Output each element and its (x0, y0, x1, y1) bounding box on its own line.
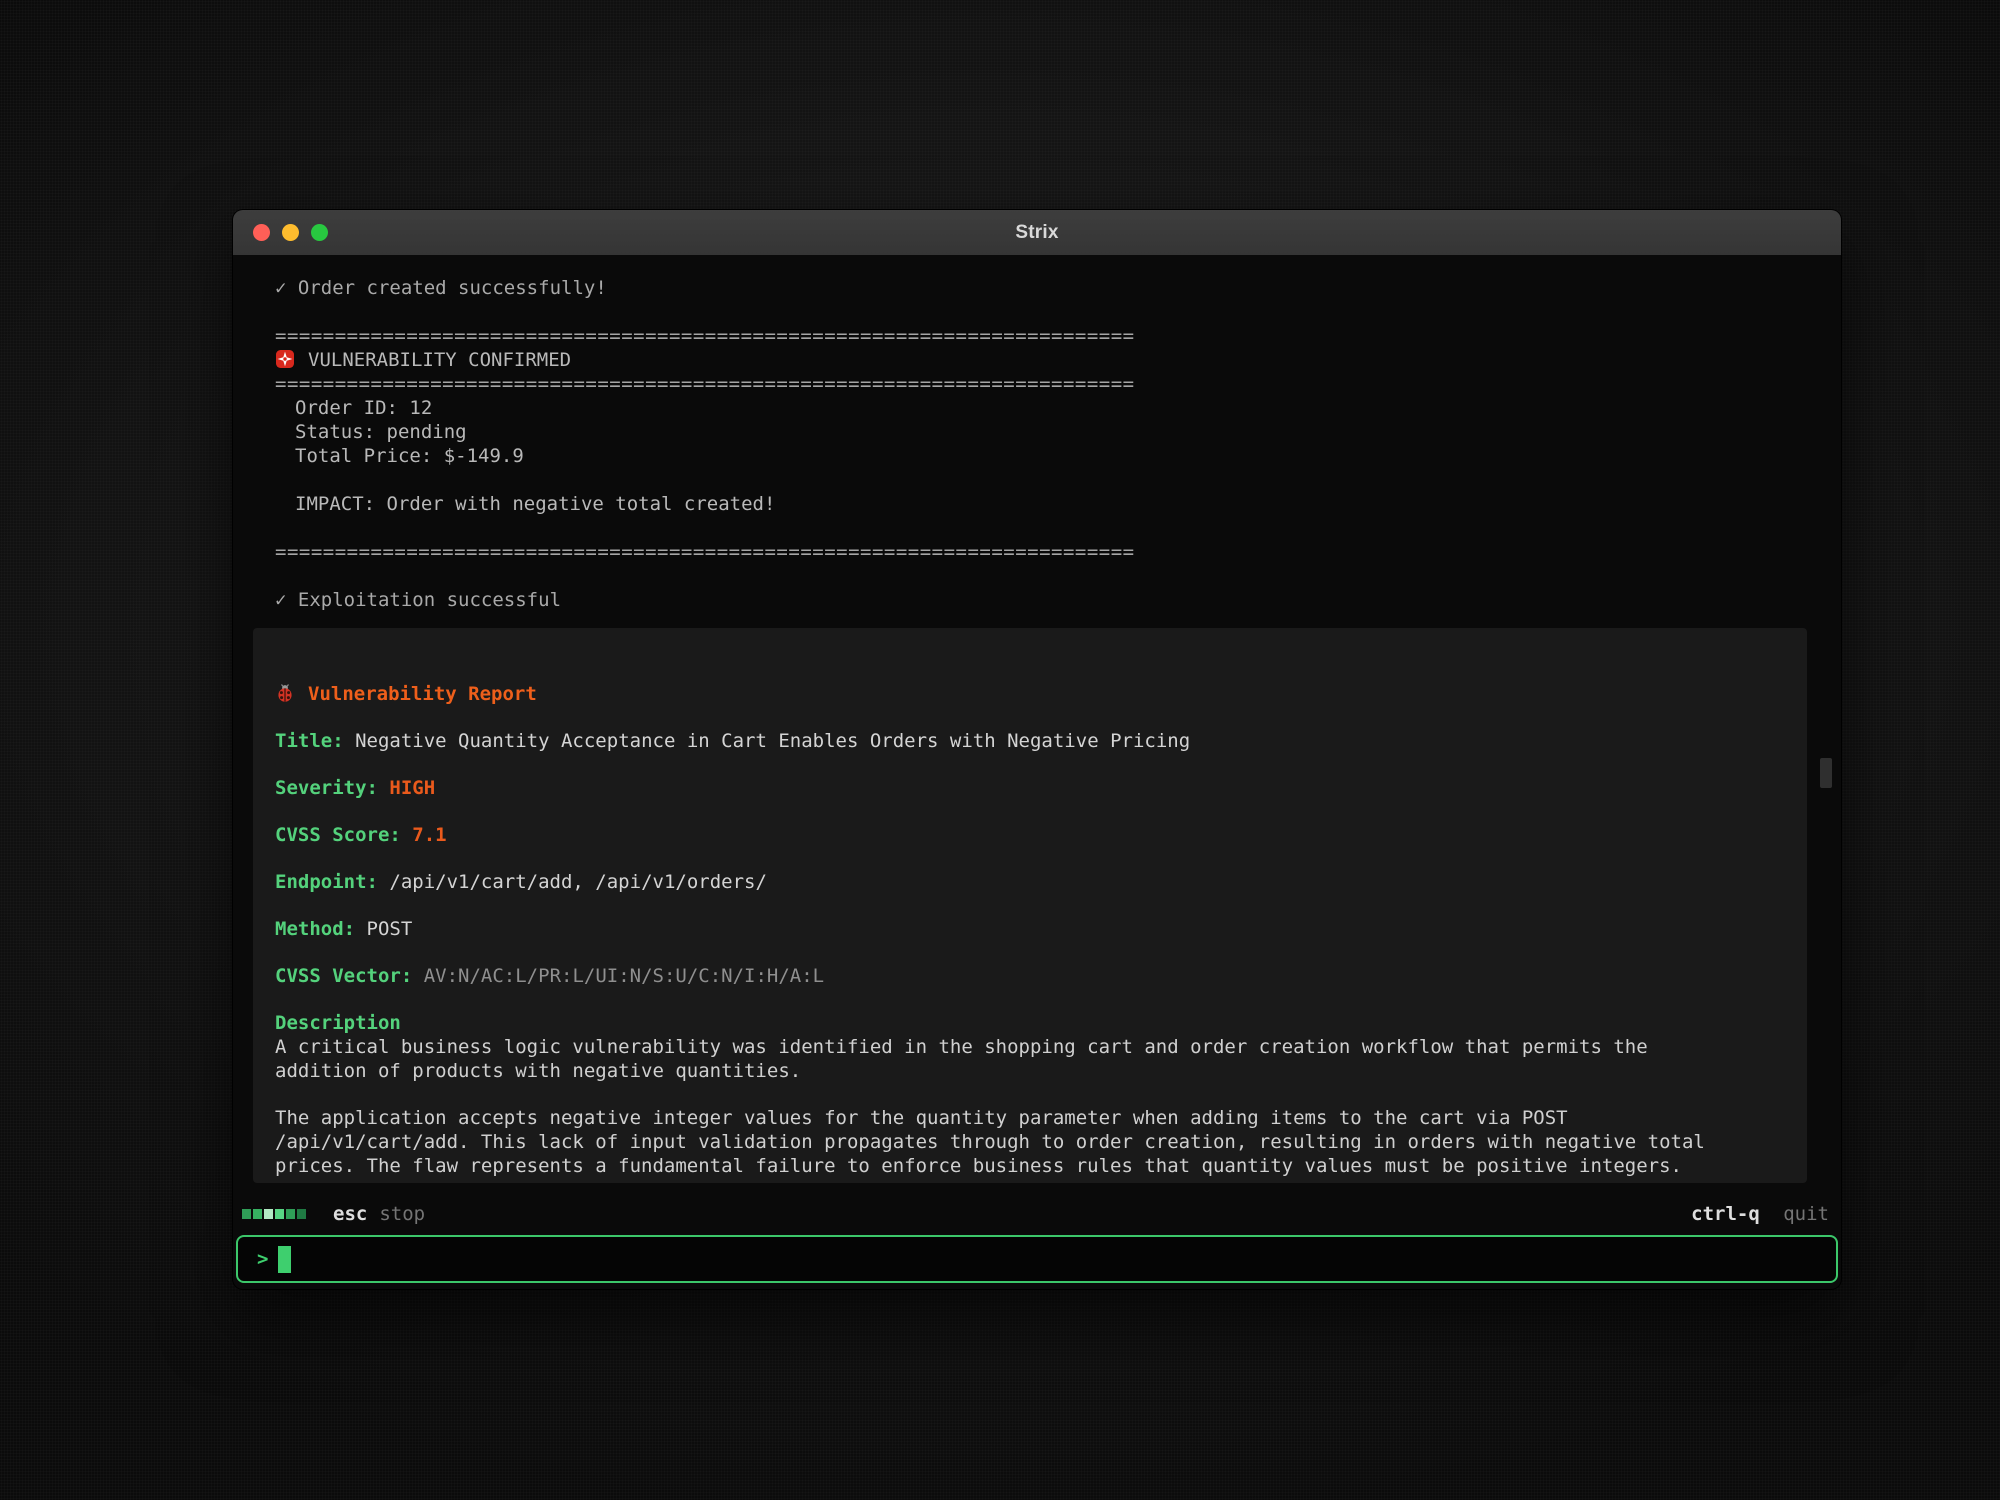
terminal-output: ✓ Order created successfully! ==========… (233, 255, 1841, 1202)
separator-line: ========================================… (275, 324, 1841, 348)
description-text: A critical business logic vulnerability … (275, 1035, 1807, 1059)
separator-line: ========================================… (275, 372, 1841, 396)
report-field-title: Title: Negative Quantity Acceptance in C… (275, 729, 1807, 753)
vulnerability-report-panel: Vulnerability Report Title: Negative Qua… (253, 628, 1807, 1183)
order-id-line: Order ID: 12 (275, 396, 1841, 420)
separator-line: ========================================… (275, 540, 1841, 564)
vulnerability-confirmed-heading: VULNERABILITY CONFIRMED (275, 348, 1841, 372)
impact-line: IMPACT: Order with negative total create… (275, 492, 1841, 516)
traffic-lights (253, 210, 328, 255)
cursor-block (278, 1246, 291, 1273)
ctrl-q-key-hint[interactable]: ctrl-q (1691, 1203, 1760, 1225)
maximize-button[interactable] (311, 224, 328, 241)
scrollbar-thumb[interactable] (1820, 758, 1832, 788)
titlebar[interactable]: Strix (233, 210, 1841, 255)
report-field-method: Method: POST (275, 917, 1807, 941)
command-input[interactable]: > (236, 1235, 1838, 1283)
quit-hint: ctrl-q quit (1691, 1203, 1829, 1225)
esc-action-label: stop (379, 1203, 425, 1225)
log-section: ✓ Order created successfully! ==========… (233, 276, 1841, 612)
spinner-icon (242, 1209, 306, 1219)
description-heading: Description (275, 1011, 1807, 1035)
esc-key-hint[interactable]: esc (333, 1203, 367, 1225)
report-field-severity: Severity: HIGH (275, 776, 1807, 800)
order-status-line: Status: pending (275, 420, 1841, 444)
description-text: addition of products with negative quant… (275, 1059, 1807, 1083)
strix-terminal-window: Strix ✓ Order created successfully! ====… (233, 210, 1841, 1289)
description-text: prices. The flaw represents a fundamenta… (275, 1154, 1807, 1178)
report-field-endpoint: Endpoint: /api/v1/cart/add, /api/v1/orde… (275, 870, 1807, 894)
minimize-button[interactable] (282, 224, 299, 241)
log-order-created: ✓ Order created successfully! (275, 276, 1841, 300)
total-price-line: Total Price: $-149.9 (275, 444, 1841, 468)
bug-icon (275, 683, 295, 703)
check-icon: ✓ (275, 277, 286, 299)
status-bar: esc stop ctrl-q quit (242, 1202, 1829, 1226)
log-exploitation: ✓ Exploitation successful (275, 588, 1841, 612)
report-header: Vulnerability Report (275, 682, 1807, 706)
description-text: /api/v1/cart/add. This lack of input val… (275, 1130, 1807, 1154)
siren-icon (275, 349, 295, 369)
prompt-icon: > (257, 1248, 268, 1270)
report-field-cvss-score: CVSS Score: 7.1 (275, 823, 1807, 847)
check-icon: ✓ (275, 589, 286, 611)
window-title: Strix (1015, 222, 1058, 244)
report-field-cvss-vector: CVSS Vector: AV:N/AC:L/PR:L/UI:N/S:U/C:N… (275, 964, 1807, 988)
close-button[interactable] (253, 224, 270, 241)
description-text: The application accepts negative integer… (275, 1106, 1807, 1130)
quit-action-label: quit (1783, 1203, 1829, 1225)
